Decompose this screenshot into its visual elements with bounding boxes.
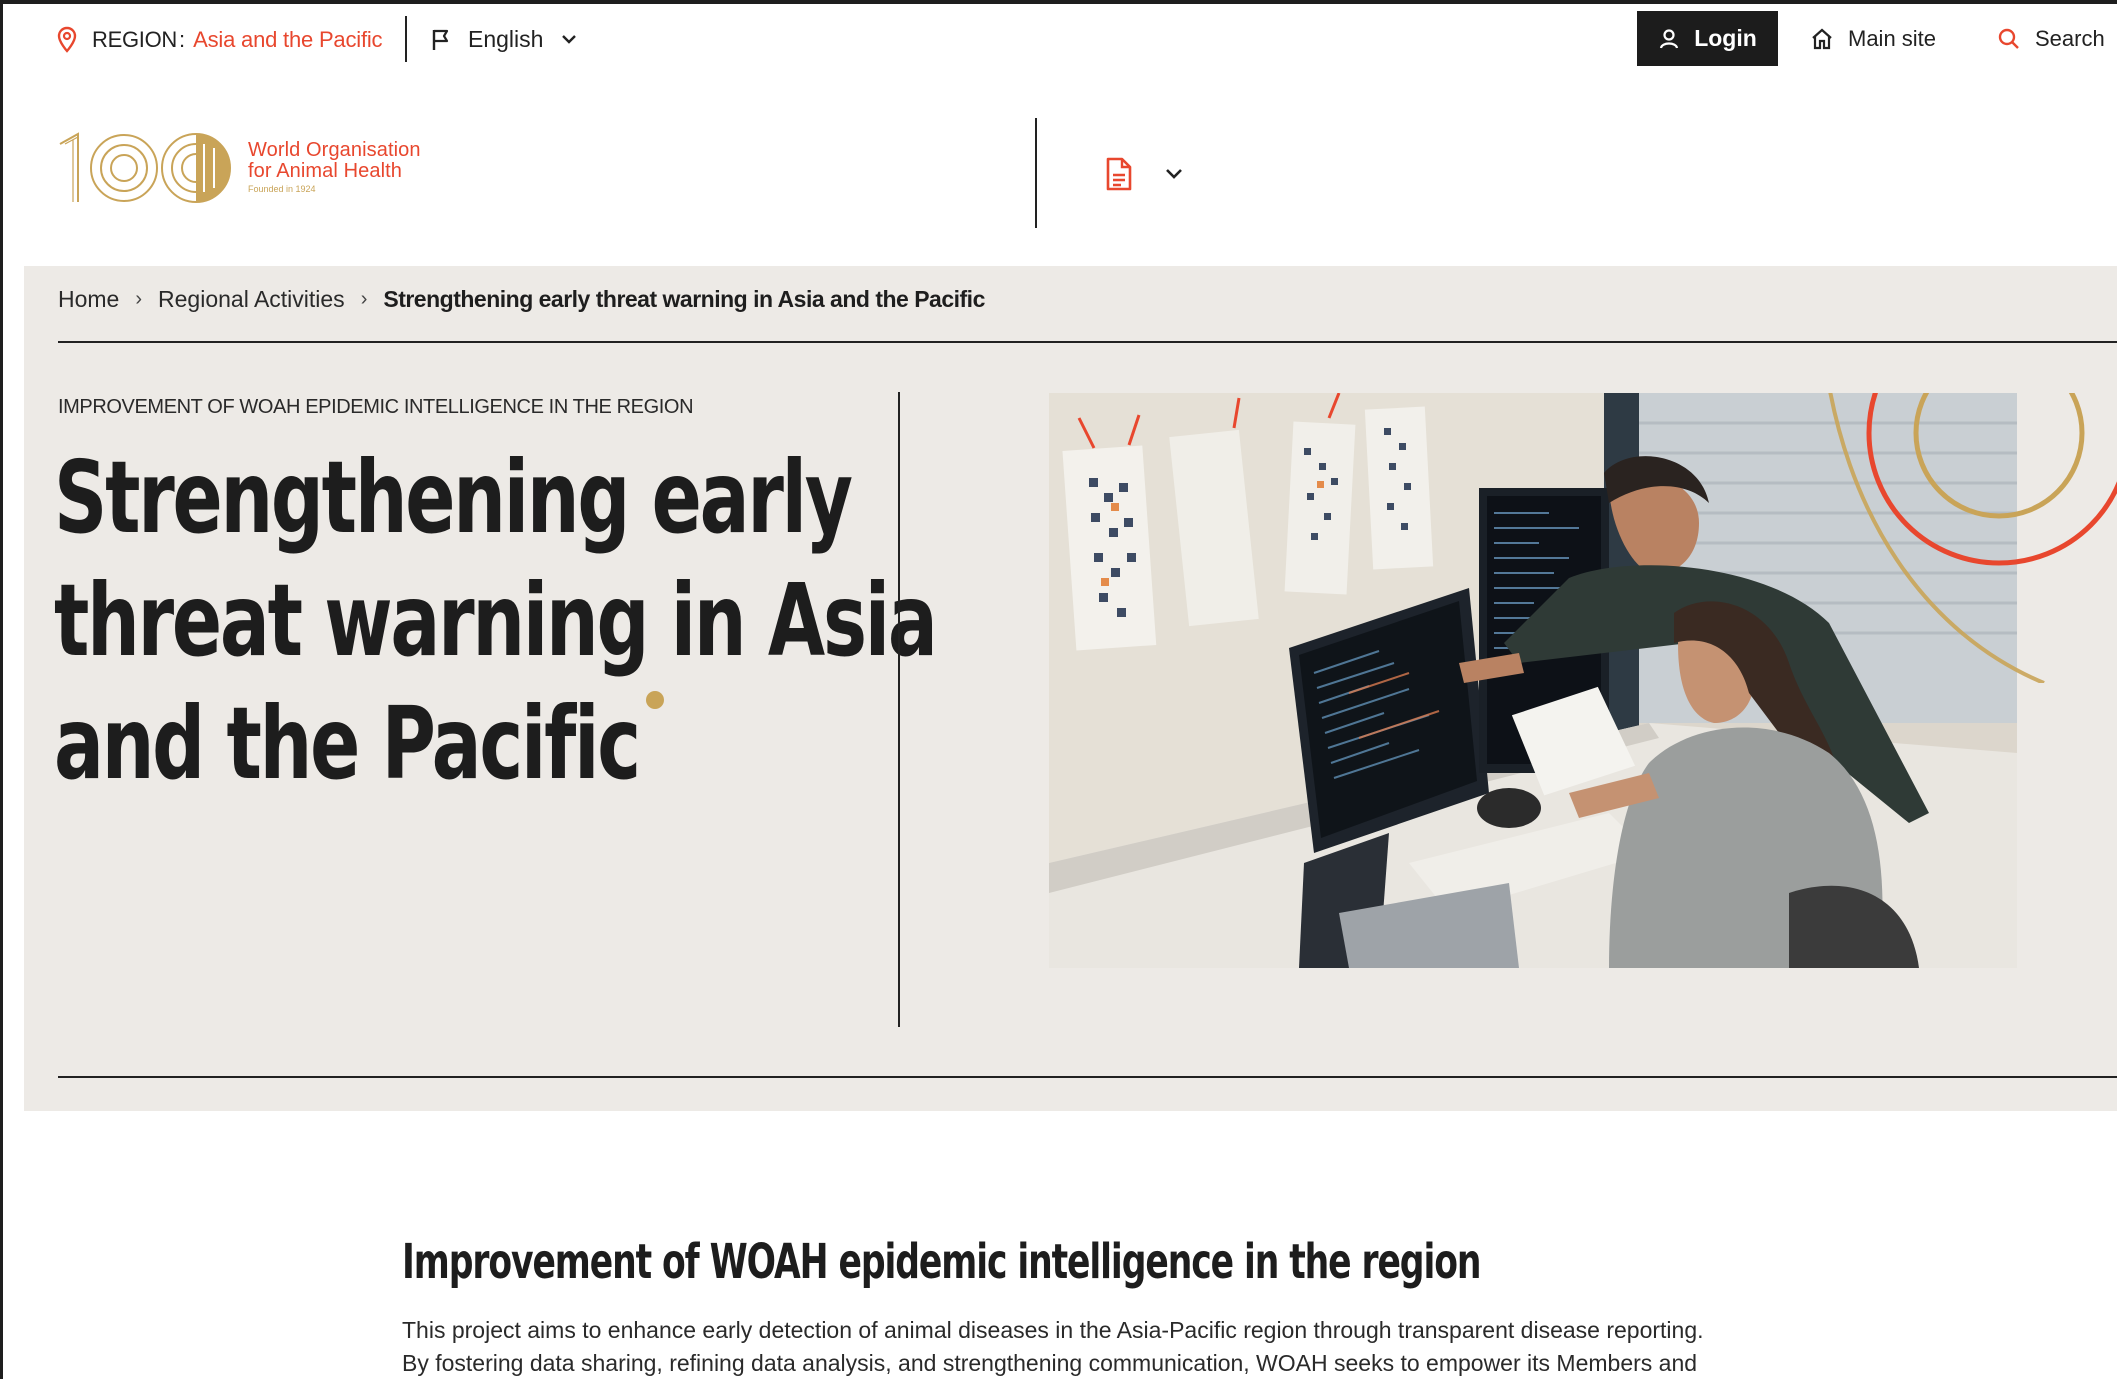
- decorative-dot: [646, 691, 664, 709]
- region-value: Asia and the Pacific: [193, 27, 383, 52]
- breadcrumb-home[interactable]: Home: [58, 286, 119, 313]
- chevron-down-icon: [1166, 169, 1182, 179]
- region-selector[interactable]: REGION : Asia and the Pacific: [56, 26, 383, 54]
- paragraph-line1: This project aims to enhance early detec…: [402, 1317, 1704, 1343]
- login-label: Login: [1694, 25, 1757, 51]
- login-button[interactable]: Login: [1637, 11, 1778, 66]
- header-divider: [1035, 118, 1037, 228]
- page-title-line2: threat warning in Asia: [54, 562, 938, 679]
- documents-menu-button[interactable]: [1105, 157, 1183, 191]
- search-label: Search: [2035, 26, 2105, 51]
- page-title-line1: Strengthening early: [54, 439, 853, 556]
- region-label: REGION: [92, 27, 177, 52]
- hero-kicker: IMPROVEMENT OF WOAH EPIDEMIC INTELLIGENC…: [58, 396, 694, 418]
- utility-divider: [405, 16, 407, 62]
- hero-divider: [898, 392, 900, 1027]
- page-title-line3: and the Pacific: [54, 685, 641, 802]
- search-link[interactable]: Search: [1997, 26, 2105, 52]
- logo-name-line2: for Animal Health: [248, 160, 402, 182]
- site-header: World Organisation for Animal Health Fou…: [24, 80, 2117, 266]
- main-site-label: Main site: [1848, 26, 1937, 51]
- main-content: Improvement of WOAH epidemic intelligenc…: [402, 1232, 1802, 1380]
- chevron-down-icon: [562, 34, 577, 44]
- utility-bar: REGION : Asia and the Pacific English Lo…: [24, 4, 2117, 82]
- breadcrumb: Home › Regional Activities › Strengtheni…: [58, 286, 985, 313]
- section-title: Improvement of WOAH epidemic intelligenc…: [402, 1234, 1481, 1290]
- document-icon: [1106, 157, 1132, 191]
- logo-text: World Organisation for Animal Health Fou…: [248, 139, 421, 195]
- user-icon: [1660, 28, 1679, 48]
- home-icon: [1812, 28, 1832, 50]
- breadcrumb-separator: ›: [135, 288, 143, 310]
- map-pin-icon: [57, 26, 77, 53]
- breadcrumb-current: Strengthening early threat warning in As…: [383, 286, 985, 312]
- main-site-link[interactable]: Main site: [1810, 26, 1936, 52]
- language-selector[interactable]: English: [430, 26, 577, 53]
- section-paragraph: This project aims to enhance early detec…: [402, 1314, 1802, 1380]
- logo-name-line1: World Organisation: [248, 139, 421, 161]
- paragraph-line2: By fostering data sharing, refining data…: [402, 1350, 1698, 1376]
- language-label: English: [468, 26, 544, 52]
- breadcrumb-separator: ›: [360, 288, 368, 310]
- page-title: Strengthening early threat warning in As…: [54, 436, 938, 805]
- hero-section: Home › Regional Activities › Strengtheni…: [24, 266, 2117, 1111]
- flag-icon: [432, 29, 449, 50]
- region-colon: :: [179, 27, 186, 52]
- logo-founded: Founded in 1924: [248, 184, 316, 194]
- decorative-rings: [1828, 393, 2117, 683]
- hero-top-rule: [58, 341, 2117, 343]
- centenary-logo-icon: [59, 132, 231, 203]
- search-icon: [1998, 28, 2019, 49]
- woah-logo[interactable]: World Organisation for Animal Health Fou…: [56, 130, 421, 206]
- hero-bottom-rule: [58, 1076, 2117, 1078]
- breadcrumb-regional-activities[interactable]: Regional Activities: [158, 286, 345, 313]
